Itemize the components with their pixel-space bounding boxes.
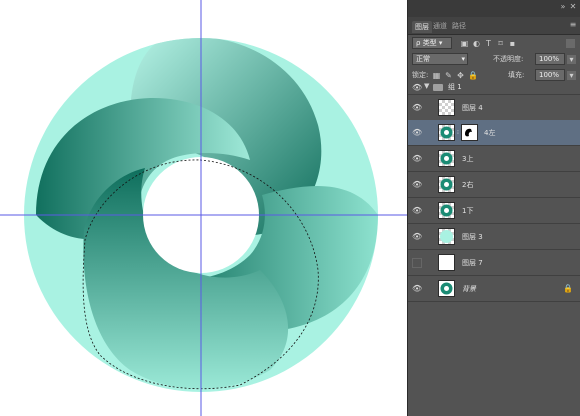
eye-icon[interactable]: 👁 [412, 128, 422, 137]
eye-icon[interactable]: 👁 [412, 284, 422, 293]
layer-name: 图层 3 [462, 233, 483, 241]
eye-icon[interactable]: 👁 [412, 154, 422, 163]
tab-channels[interactable]: 通道 [433, 20, 447, 32]
eye-icon[interactable]: 👁 [412, 180, 422, 189]
swirl-thumb-icon [440, 178, 453, 191]
layer-name: 组 1 [448, 83, 462, 91]
swirl-thumb-icon [440, 126, 453, 139]
filter-kind-label: 类型 [422, 39, 437, 47]
layer-thumbnail [438, 176, 455, 193]
layer-row[interactable]: 👁 3上 [408, 146, 580, 172]
layer-thumbnail [438, 99, 455, 116]
eye-icon[interactable]: 👁 [412, 103, 422, 112]
chain-link-icon[interactable]: ⁝ [457, 129, 459, 136]
layer-name: 4左 [484, 129, 496, 137]
eye-icon[interactable]: 👁 [412, 83, 422, 92]
layer-row-background[interactable]: 👁 背景 🔒 [408, 276, 580, 302]
double-arrow-icon[interactable]: » [559, 3, 567, 11]
layer-row-group[interactable]: 👁 ▼ 组 1 [408, 79, 580, 95]
layer-row[interactable]: 👁 2右 [408, 172, 580, 198]
layer-name: 3上 [462, 155, 474, 163]
tab-layers[interactable]: 图层 [412, 21, 432, 33]
group-expand-icon[interactable]: ▼ [424, 82, 429, 90]
layer-thumbnail [438, 254, 455, 271]
layers-panel: » ✕ 图层 通道 路径 ≡ ρ 类型 ▾ ▣ ◐ T ⌑ ▪ 正常 ▾ 不透明… [407, 0, 580, 416]
layer-name: 1下 [462, 207, 474, 215]
image-filter-icon[interactable]: ▣ [460, 39, 469, 48]
folder-icon [433, 84, 443, 91]
shape-filter-icon[interactable]: ⌑ [496, 39, 505, 48]
panel-close-icon[interactable]: ✕ [569, 3, 577, 11]
tab-paths[interactable]: 路径 [452, 20, 466, 32]
adjustment-filter-icon[interactable]: ◐ [472, 39, 481, 48]
layer-row[interactable]: 👁 图层 3 [408, 224, 580, 250]
layer-mask-thumbnail[interactable] [461, 124, 478, 141]
document-canvas[interactable] [0, 0, 407, 416]
mask-shape-icon [465, 128, 472, 137]
layer-thumbnail [438, 202, 455, 219]
eye-icon[interactable]: 👁 [412, 206, 422, 215]
layer-thumbnail [438, 228, 455, 245]
opacity-dropdown-icon[interactable]: ▾ [567, 55, 576, 64]
panel-menu-icon[interactable]: ≡ [569, 21, 577, 29]
layer-name: 图层 4 [462, 104, 483, 112]
layer-row-selected[interactable]: 👁 ⁝ 4左 [408, 120, 580, 146]
layer-thumbnail [438, 150, 455, 167]
layer-row[interactable]: 👁 1下 [408, 198, 580, 224]
canvas-artwork [0, 0, 407, 416]
eye-off-icon[interactable] [412, 258, 422, 268]
panel-tabbar: 图层 通道 路径 ≡ [408, 17, 580, 35]
layer-thumbnail [438, 280, 455, 297]
smart-object-filter-icon[interactable]: ▪ [508, 39, 517, 48]
opacity-label: 不透明度: [493, 55, 524, 63]
filter-kind-select[interactable]: ρ 类型 ▾ [412, 37, 452, 49]
opacity-input[interactable]: 100% [535, 53, 565, 65]
lock-icon: 🔒 [563, 284, 573, 293]
swirl-thumb-icon [440, 204, 453, 217]
ring-thumb-icon [440, 230, 453, 243]
panel-header-strip: » ✕ [408, 0, 580, 17]
swirl-thumb-icon [440, 152, 453, 165]
layer-name: 图层 7 [462, 259, 483, 267]
layer-name: 2右 [462, 181, 474, 189]
layer-thumbnail [438, 124, 455, 141]
blend-mode-select[interactable]: 正常 ▾ [412, 53, 468, 65]
layer-name: 背景 [462, 285, 476, 293]
layer-filter-row: ρ 类型 ▾ ▣ ◐ T ⌑ ▪ [408, 36, 580, 50]
layer-row[interactable]: 👁 图层 4 [408, 95, 580, 121]
eye-icon[interactable]: 👁 [412, 232, 422, 241]
filter-toggle-icon[interactable] [566, 39, 575, 48]
chevron-down-icon: ▾ [461, 55, 465, 63]
type-filter-icon[interactable]: T [484, 39, 493, 48]
layer-row-hidden[interactable]: 图层 7 [408, 250, 580, 276]
blend-opacity-row: 正常 ▾ 不透明度: 100% ▾ [408, 52, 580, 66]
blend-mode-value: 正常 [416, 55, 430, 63]
search-icon: ρ [416, 39, 421, 47]
ring-thumb-icon [440, 282, 453, 295]
